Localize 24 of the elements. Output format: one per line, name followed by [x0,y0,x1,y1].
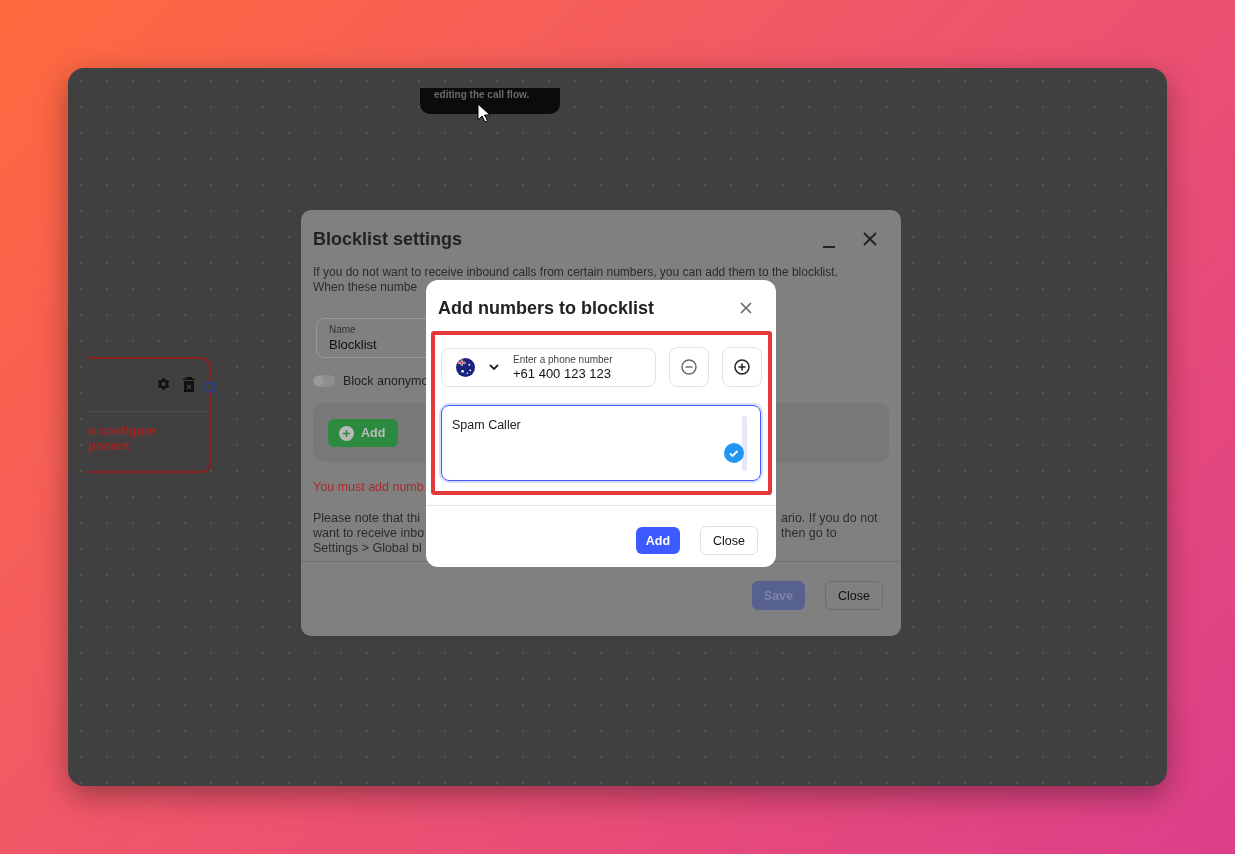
close-button[interactable]: Close [700,526,758,555]
cursor-icon [477,103,490,123]
close-button[interactable]: Close [825,581,883,610]
description-text: If you do not want to receive inbound calls from certain numbers, you can add them to the blocklist. When these numbe [313,265,839,295]
phone-field[interactable]: Enter a phone number +61 400 123 123 [441,347,656,387]
minus-icon [681,359,697,375]
tooltip: editing the call flow. [420,88,560,114]
scrollbar[interactable] [742,416,747,471]
toggle-switch[interactable] [313,375,335,387]
add-row-button[interactable] [722,347,762,387]
dialog-title: Blocklist settings [313,228,464,250]
remove-button[interactable] [669,347,709,387]
note-text: ario. If you do not then go to [781,511,879,542]
dialog-title: Add numbers to blocklist [438,297,656,319]
label-field[interactable]: Spam Caller [441,405,761,481]
chevron-down-icon[interactable] [489,363,499,371]
plus-icon [339,425,354,441]
error-message: o configure ponent [88,423,158,454]
flag-icon[interactable] [456,357,475,377]
close-icon[interactable] [740,302,752,314]
error-message: You must add numb [313,480,425,494]
plus-icon [734,359,750,375]
add-button[interactable]: Add [635,527,681,554]
close-icon[interactable] [863,232,877,246]
